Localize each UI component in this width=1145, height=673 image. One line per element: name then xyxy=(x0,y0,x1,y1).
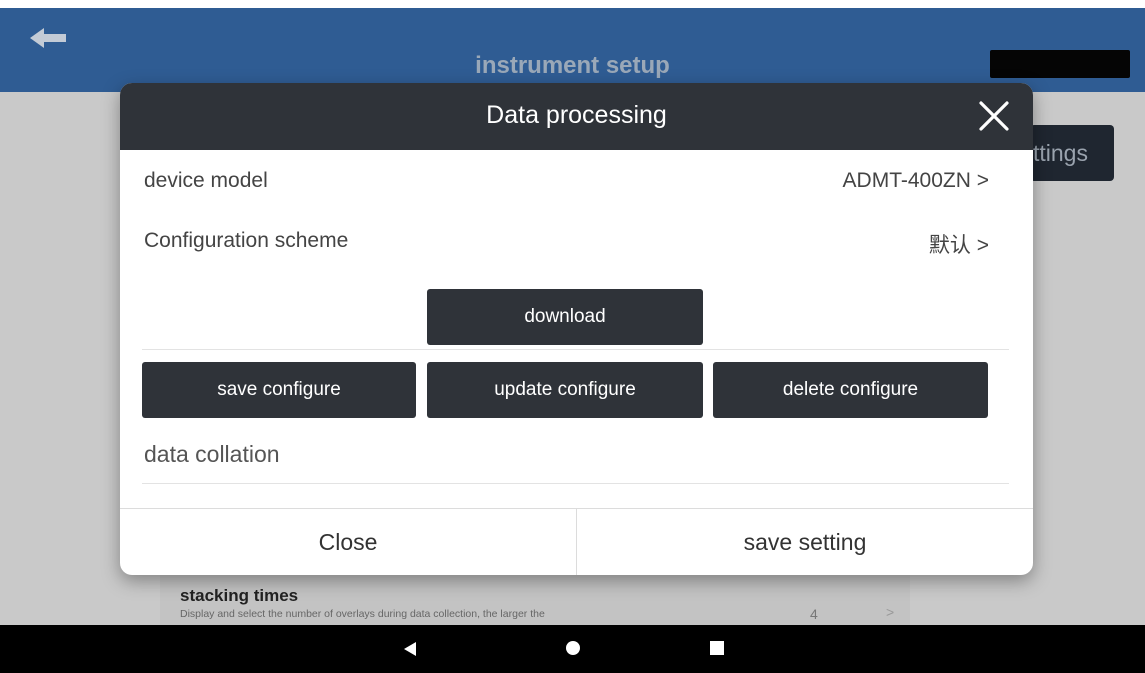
stacking-times-title: stacking times xyxy=(180,586,299,605)
data-processing-dialog: Data processing device model ADMT-400ZN … xyxy=(120,83,1033,575)
device-model-selector[interactable]: ADMT-400ZN > xyxy=(843,169,989,193)
app-header: instrument setup xyxy=(0,8,1145,92)
back-arrow-icon[interactable] xyxy=(30,26,70,50)
divider xyxy=(142,483,1009,484)
device-model-label: device model xyxy=(144,169,268,192)
stacking-times-value: 4 xyxy=(810,606,818,622)
download-button[interactable]: download xyxy=(427,289,703,345)
nav-recents-icon[interactable] xyxy=(710,641,724,655)
screen: instrument setup ttings stacking times D… xyxy=(0,0,1145,673)
stacking-times-description: Display and select the number of overlay… xyxy=(180,608,545,620)
update-configure-button[interactable]: update configure xyxy=(427,362,703,418)
redacted-bar xyxy=(990,50,1130,78)
save-configure-button[interactable]: save configure xyxy=(142,362,416,418)
delete-configure-button[interactable]: delete configure xyxy=(713,362,988,418)
data-collation-label: data collation xyxy=(144,441,280,467)
divider xyxy=(142,349,1009,350)
navigation-bar xyxy=(0,625,1145,673)
close-icon[interactable] xyxy=(975,97,1013,135)
dialog-title: Data processing xyxy=(486,101,667,129)
nav-back-icon[interactable] xyxy=(402,641,418,657)
configuration-scheme-selector[interactable]: 默认 > xyxy=(929,229,989,259)
configuration-scheme-label: Configuration scheme xyxy=(144,229,349,252)
chevron-right-icon: > xyxy=(886,604,895,620)
save-setting-button[interactable]: save setting xyxy=(577,509,1033,575)
settings-button[interactable]: ttings xyxy=(1030,125,1114,181)
nav-home-icon[interactable] xyxy=(566,641,580,655)
dialog-header: Data processing xyxy=(120,83,1033,150)
app-title: instrument setup xyxy=(475,52,670,79)
close-button[interactable]: Close xyxy=(120,509,576,575)
